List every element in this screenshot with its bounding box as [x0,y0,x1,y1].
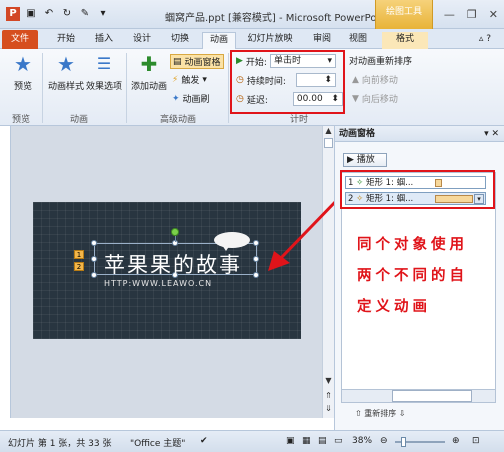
speech-bubble-icon [214,232,250,248]
arrow-down-icon[interactable]: ⇩ [399,409,406,418]
zoom-slider-thumb[interactable] [401,437,406,447]
brush-icon: ✦ [172,93,180,104]
move-earlier-button[interactable]: ▲ 向前移动 [352,73,398,87]
title-bar: P ▣ ↶ ↻ ✎ ▾ 蝈窝产品.ppt [兼容模式] - Microsoft … [0,0,504,29]
status-bar: 幻灯片 第 1 张，共 33 张 "Office 主题" ✔ ▣ ▦ ▤ ▭ 3… [0,430,504,452]
drawing-tools-context-label: 绘图工具 [375,0,433,29]
zoom-in-icon[interactable]: ⊕ [452,436,460,446]
prev-slide-icon[interactable]: ⇑ [323,391,334,400]
preview-button[interactable]: ★ 预览 [8,52,38,92]
slide-title-text: 苹果果的故事 [104,253,242,277]
powerpoint-logo-icon[interactable]: P [6,7,20,21]
quick-access-toolbar: P ▣ ↶ ↻ ✎ ▾ [6,7,110,21]
effect-options-button[interactable]: ☰ 效果选项 [86,52,122,92]
annotation-line-2: 两个不同的自 [357,267,468,284]
animation-star-icon: ★ [57,52,75,76]
slide-count: 幻灯片 第 1 张，共 33 张 [8,439,112,449]
format-painter-icon[interactable]: ✎ [78,7,92,21]
scroll-thumb[interactable] [324,138,333,148]
move-later-button[interactable]: ▼ 向后移动 [352,92,398,106]
normal-view-icon[interactable]: ▣ [286,436,295,446]
effect-options-icon: ☰ [96,54,112,73]
resize-handle[interactable] [91,272,97,278]
resize-handle[interactable] [91,256,97,262]
arrow-up-icon: ▲ [352,74,359,85]
rotate-handle-line [175,236,176,242]
pane-timeline-bar[interactable] [341,389,496,403]
slide-sorter-icon[interactable]: ▦ [302,436,311,446]
play-icon: ▶ [347,155,357,165]
animation-items-highlight-box [340,170,495,209]
reorder-controls[interactable]: ⇧ 重新排序 ⇩ [355,408,406,419]
tab-file[interactable]: 文件 [2,30,38,49]
resize-handle[interactable] [91,240,97,246]
spellcheck-icon[interactable]: ✔ [200,436,208,446]
tab-insert[interactable]: 插入 [90,32,118,49]
tab-review[interactable]: 审阅 [308,32,336,49]
play-button[interactable]: ▶ 播放 [343,153,387,167]
animation-painter-button[interactable]: ✦ 动画刷 [172,92,210,106]
slideshow-view-icon[interactable]: ▭ [334,436,343,446]
theme-name[interactable]: "Office 主题" [130,436,185,449]
zoom-out-icon[interactable]: ⊖ [380,436,388,446]
lightning-icon: ⚡ [172,74,179,85]
undo-icon[interactable]: ↶ [42,7,56,21]
tab-animations[interactable]: 动画 [202,32,236,49]
save-icon[interactable]: ▣ [24,7,38,21]
close-pane-icon[interactable]: ▾ ✕ [484,126,499,142]
arrow-up-icon[interactable]: ⇧ [355,409,362,418]
scroll-down-icon[interactable]: ▼ [323,376,334,385]
window-controls: — ❐ ✕ [444,8,498,21]
animation-pane-header: 动画窗格 ▾ ✕ [335,126,504,142]
chevron-down-icon: ▾ [202,74,207,85]
fit-to-window-icon[interactable]: ⊡ [472,436,480,446]
tab-transitions[interactable]: 切换 [166,32,194,49]
red-arrow-annotation [268,197,340,271]
tab-view[interactable]: 视图 [344,32,372,49]
scroll-up-icon[interactable]: ▲ [323,126,334,135]
minimize-icon[interactable]: — [444,8,455,21]
animation-styles-button[interactable]: ★ 动画样式 [46,52,86,92]
restore-icon[interactable]: ❐ [467,8,477,21]
animation-pane-icon: ▤ [173,56,182,67]
add-animation-icon: ✚ [140,52,158,76]
resize-handle[interactable] [253,272,259,278]
group-separator [126,53,127,123]
animation-order-tag[interactable]: 2 [74,262,84,271]
tab-home[interactable]: 开始 [52,32,80,49]
customize-qat-icon[interactable]: ▾ [96,7,110,21]
window-title: 蝈窝产品.ppt [兼容模式] - Microsoft PowerPoint [165,13,390,24]
add-animation-button[interactable]: ✚ 添加动画 [130,52,168,92]
timing-highlight-box [230,50,345,114]
resize-handle[interactable] [253,256,259,262]
ribbon-tabs: 文件 开始 插入 设计 切换 动画 幻灯片放映 审阅 视图 格式 ▵ ? [0,29,504,49]
group-separator [228,53,229,123]
timeline-field[interactable] [392,390,472,402]
next-slide-icon[interactable]: ⇓ [323,404,334,413]
ribbon-help-icons[interactable]: ▵ ? [470,32,500,49]
slide-url-text: HTTP:WWW.LEAWO.CN [104,279,213,288]
annotation-line-3: 定义动画 [357,298,431,315]
rotate-handle[interactable] [171,228,179,236]
reading-view-icon[interactable]: ▤ [318,436,327,446]
tab-format[interactable]: 格式 [382,32,428,49]
tab-slideshow[interactable]: 幻灯片放映 [242,32,298,49]
group-separator [42,53,43,123]
group-label-animation: 动画 [70,115,89,125]
resize-handle[interactable] [253,240,259,246]
arrow-down-icon: ▼ [352,93,359,104]
group-label-advanced: 高级动画 [160,115,197,125]
trigger-button[interactable]: ⚡ 触发 ▾ [172,73,207,87]
zoom-level[interactable]: 38% [352,436,372,446]
preview-star-icon: ★ [14,52,32,76]
annotation-line-1: 同个对象使用 [357,236,468,253]
tab-design[interactable]: 设计 [128,32,156,49]
animation-pane-button[interactable]: ▤ 动画窗格 [170,54,224,69]
close-icon[interactable]: ✕ [489,8,498,21]
redo-icon[interactable]: ↻ [60,7,74,21]
group-label-preview: 预览 [12,115,31,125]
animation-order-tag[interactable]: 1 [74,250,84,259]
reorder-title: 对动画重新排序 [349,57,413,67]
